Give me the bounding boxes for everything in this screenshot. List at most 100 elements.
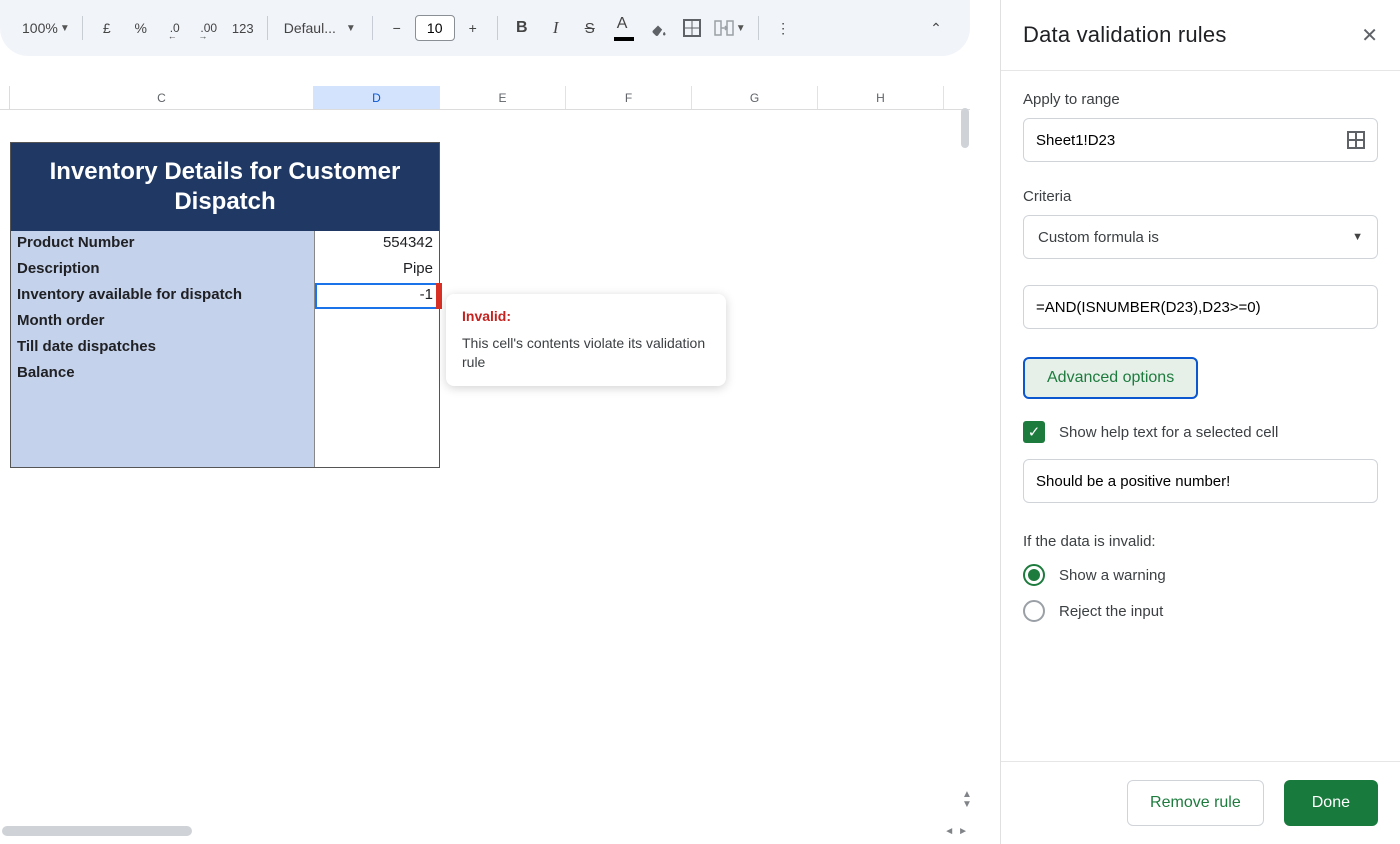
remove-rule-label: Remove rule — [1150, 794, 1241, 812]
inventory-table: Inventory Details for Customer Dispatch … — [10, 142, 440, 468]
formula-value[interactable] — [1036, 299, 1365, 316]
row-value[interactable]: Pipe — [315, 257, 439, 283]
toolbar-separator — [82, 16, 83, 40]
row-value-selected[interactable]: -1 — [315, 283, 439, 309]
table-row[interactable]: Till date dispatches — [11, 335, 439, 361]
radio-show-warning[interactable]: Show a warning — [1023, 564, 1378, 586]
checkbox-checked-icon[interactable]: ✓ — [1023, 421, 1045, 443]
scroll-right-icon[interactable]: ► — [956, 826, 970, 837]
font-family-dropdown[interactable]: Defaul... ▼ — [276, 12, 364, 44]
radio-reject-input[interactable]: Reject the input — [1023, 600, 1378, 622]
italic-button[interactable]: I — [540, 12, 572, 44]
radio-selected-icon[interactable] — [1023, 564, 1045, 586]
remove-rule-button[interactable]: Remove rule — [1127, 780, 1264, 826]
collapse-toolbar-button[interactable]: ⌃ — [920, 12, 952, 44]
row-value[interactable]: 554342 — [315, 231, 439, 257]
more-button[interactable]: ⋮ — [767, 12, 799, 44]
strikethrough-button[interactable]: S — [574, 12, 606, 44]
chevron-down-icon: ▼ — [1352, 231, 1363, 243]
tooltip-title: Invalid: — [462, 308, 710, 324]
chevron-down-icon: ▼ — [60, 23, 70, 34]
row-label: Month order — [11, 309, 315, 335]
decrease-font-size-button[interactable]: − — [381, 12, 413, 44]
panel-title: Data validation rules — [1023, 22, 1227, 48]
table-row[interactable]: Month order — [11, 309, 439, 335]
spreadsheet-grid[interactable]: C D E F G H Inventory Details for Custom… — [0, 86, 970, 824]
apply-range-input[interactable] — [1023, 118, 1378, 162]
column-headers: C D E F G H — [0, 86, 970, 110]
paint-bucket-icon — [648, 18, 668, 38]
grid-range-icon[interactable] — [1347, 131, 1365, 149]
criteria-label: Criteria — [1023, 188, 1378, 205]
table-row[interactable]: Inventory available for dispatch -1 — [11, 283, 439, 309]
toolbar: 100% ▼ £ % .0← .00→ 123 Defaul... ▼ − + … — [0, 0, 970, 56]
currency-button[interactable]: £ — [91, 12, 123, 44]
font-family-value: Defaul... — [284, 20, 336, 36]
row-value[interactable] — [315, 309, 439, 335]
apply-range-value[interactable] — [1036, 132, 1347, 149]
radio-unselected-icon[interactable] — [1023, 600, 1045, 622]
number-format-button[interactable]: 123 — [227, 12, 259, 44]
show-help-label: Show help text for a selected cell — [1059, 424, 1278, 441]
criteria-dropdown[interactable]: Custom formula is ▼ — [1023, 215, 1378, 259]
fill-color-button[interactable] — [642, 12, 674, 44]
merge-icon — [714, 19, 734, 37]
percent-button[interactable]: % — [125, 12, 157, 44]
row-label-empty — [11, 387, 315, 467]
row-value[interactable] — [315, 335, 439, 361]
col-header-c[interactable]: C — [10, 86, 314, 109]
col-header-e[interactable]: E — [440, 86, 566, 109]
bold-button[interactable]: B — [506, 12, 538, 44]
increase-font-size-button[interactable]: + — [457, 12, 489, 44]
criteria-value: Custom formula is — [1038, 229, 1159, 246]
zoom-dropdown[interactable]: 100% ▼ — [18, 12, 74, 44]
toolbar-separator — [267, 16, 268, 40]
merge-cells-button[interactable]: ▼ — [710, 12, 750, 44]
text-color-letter: A — [617, 15, 628, 33]
chevron-down-icon: ▼ — [736, 23, 746, 34]
panel-body: Apply to range Criteria Custom formula i… — [1001, 71, 1400, 761]
col-header-d[interactable]: D — [314, 86, 440, 109]
decrease-decimals-button[interactable]: .0← — [159, 12, 191, 44]
formula-input[interactable] — [1023, 285, 1378, 329]
increase-decimals-button[interactable]: .00→ — [193, 12, 225, 44]
table-row[interactable]: Product Number 554342 — [11, 231, 439, 257]
tooltip-body: This cell's contents violate its validat… — [462, 334, 710, 372]
col-header-f[interactable]: F — [566, 86, 692, 109]
borders-button[interactable] — [676, 12, 708, 44]
col-header-h[interactable]: H — [818, 86, 944, 109]
vertical-scroll-arrows[interactable]: ▲▼ — [961, 790, 973, 810]
row-value-empty[interactable] — [315, 387, 439, 467]
text-color-swatch — [614, 37, 634, 41]
toolbar-separator — [497, 16, 498, 40]
help-text-value[interactable] — [1036, 473, 1365, 490]
toolbar-separator — [372, 16, 373, 40]
vertical-scrollbar[interactable] — [961, 108, 969, 148]
table-row[interactable]: Description Pipe — [11, 257, 439, 283]
font-size-input[interactable] — [415, 15, 455, 41]
apply-range-label: Apply to range — [1023, 91, 1378, 108]
panel-footer: Remove rule Done — [1001, 761, 1400, 844]
row-gutter — [0, 86, 10, 109]
radio-reject-label: Reject the input — [1059, 603, 1163, 620]
row-value[interactable] — [315, 361, 439, 387]
advanced-options-button[interactable]: Advanced options — [1023, 357, 1198, 399]
close-icon[interactable]: ✕ — [1361, 23, 1378, 48]
help-text-input[interactable] — [1023, 459, 1378, 503]
advanced-options-label: Advanced options — [1047, 369, 1174, 387]
table-row[interactable]: Balance — [11, 361, 439, 387]
row-label: Balance — [11, 361, 315, 387]
text-color-button[interactable]: A — [608, 12, 640, 44]
scroll-left-icon[interactable]: ◄ — [942, 826, 956, 837]
row-label: Inventory available for dispatch — [11, 283, 315, 309]
show-help-checkbox-row[interactable]: ✓ Show help text for a selected cell — [1023, 421, 1378, 443]
data-validation-panel: Data validation rules ✕ Apply to range C… — [1000, 0, 1400, 844]
inventory-title: Inventory Details for Customer Dispatch — [11, 143, 439, 231]
row-label: Till date dispatches — [11, 335, 315, 361]
horizontal-scrollbar[interactable]: ◄ ► — [0, 824, 970, 838]
done-button[interactable]: Done — [1284, 780, 1378, 826]
toolbar-separator — [758, 16, 759, 40]
col-header-g[interactable]: G — [692, 86, 818, 109]
scrollbar-thumb[interactable] — [2, 826, 192, 836]
radio-warning-label: Show a warning — [1059, 567, 1166, 584]
